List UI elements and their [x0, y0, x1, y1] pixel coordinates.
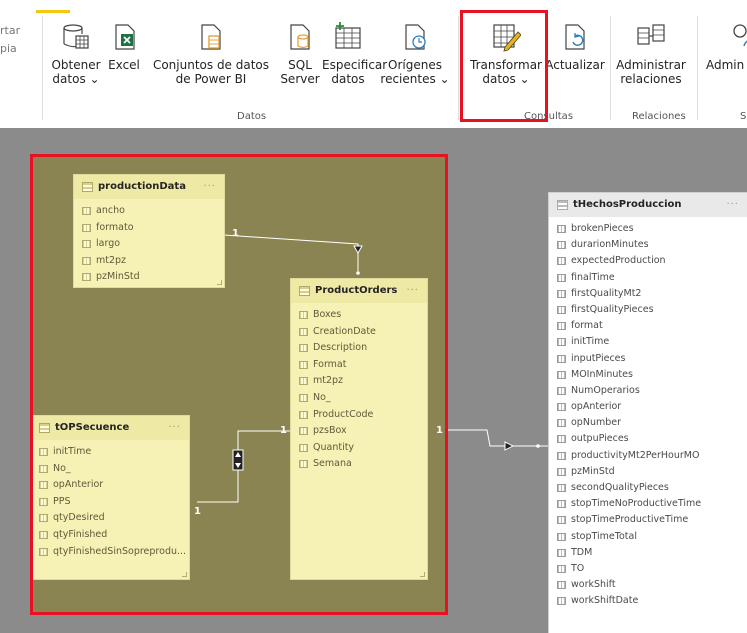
field-item[interactable]: workShiftDate [549, 593, 747, 609]
recent-sources-label: Orígenes recientes ⌄ [380, 58, 450, 86]
refresh-label: Actualizar [545, 58, 605, 72]
field-item[interactable]: stopTimeNoProductiveTime [549, 496, 747, 512]
ribbon-separator [458, 16, 459, 120]
ribbon-separator [610, 16, 611, 120]
relationships-icon [637, 24, 665, 45]
column-icon [557, 500, 566, 509]
manage-roles-button[interactable]: Admin rol [704, 22, 747, 102]
column-icon [557, 257, 566, 266]
field-item[interactable]: inputPieces [549, 351, 747, 367]
enter-data-label: Especificar datos [322, 58, 388, 86]
enter-data-table-icon [335, 22, 361, 49]
more-options-icon[interactable]: ··· [726, 193, 739, 217]
column-icon [557, 273, 566, 282]
group-label-data: Datos [237, 111, 267, 122]
copy-label-partial: pia [0, 42, 17, 55]
column-icon [557, 435, 566, 444]
field-item[interactable]: outpuPieces [549, 431, 747, 447]
manage-relationships-label: Administrar relaciones [616, 58, 686, 86]
column-icon [557, 322, 566, 331]
table-icon [557, 200, 568, 210]
column-icon [557, 597, 566, 606]
sql-server-button[interactable]: SQL Server [279, 22, 321, 102]
field-item[interactable]: brokenPieces [549, 221, 747, 237]
sql-server-icon [290, 24, 310, 50]
field-item[interactable]: workShift [549, 577, 747, 593]
excel-icon [115, 24, 135, 50]
column-icon [557, 403, 566, 412]
field-item[interactable]: TDM [549, 545, 747, 561]
column-icon [557, 451, 566, 460]
group-label-security: S [740, 111, 747, 122]
field-list: brokenPieces durarionMinutes expectedPro… [549, 217, 747, 610]
field-item[interactable]: secondQualityPieces [549, 480, 747, 496]
field-item[interactable]: format [549, 318, 747, 334]
column-icon [557, 581, 566, 590]
table-card-tHechosProduccion[interactable]: tHechosProduccion ··· brokenPieces durar… [548, 192, 747, 633]
field-item[interactable]: durarionMinutes [549, 237, 747, 253]
column-icon [557, 225, 566, 233]
table-name: tHechosProduccion [573, 199, 682, 210]
column-icon [557, 289, 566, 298]
column-icon [557, 338, 566, 347]
enter-data-button[interactable]: Especificar datos [322, 22, 388, 102]
column-icon [557, 354, 566, 363]
highlight-box-transform [460, 10, 548, 122]
ribbon-clipboard-partial[interactable]: rtar pia [0, 22, 20, 58]
field-item[interactable]: finalTime [549, 270, 747, 286]
column-icon [557, 564, 566, 573]
group-label-relationships: Relaciones [632, 111, 686, 122]
database-icon [63, 24, 89, 49]
field-item[interactable]: opAnterior [549, 399, 747, 415]
field-item[interactable]: expectedProduction [549, 253, 747, 269]
column-icon [557, 386, 566, 395]
refresh-button[interactable]: Actualizar [545, 22, 605, 102]
column-icon [557, 241, 566, 250]
model-canvas[interactable]: 1 1 1 1 productionData ··· ancho formato… [0, 128, 747, 633]
column-icon [557, 532, 566, 541]
roles-person-icon [733, 24, 747, 47]
table-header[interactable]: tHechosProduccion ··· [549, 193, 747, 217]
column-icon [557, 516, 566, 525]
manage-roles-label: Admin rol [706, 58, 747, 72]
get-data-button[interactable]: Obtener datos ⌄ [48, 22, 104, 102]
sql-server-label: SQL Server [280, 58, 320, 86]
recent-sources-button[interactable]: Orígenes recientes ⌄ [378, 22, 452, 102]
field-item[interactable]: firstQualityMt2 [549, 286, 747, 302]
excel-button[interactable]: Excel [106, 22, 142, 102]
ribbon-separator [42, 16, 43, 120]
field-item[interactable]: TO [549, 561, 747, 577]
field-item[interactable]: initTime [549, 334, 747, 350]
ribbon: rtar pia Obtener datos ⌄ Excel Conjuntos… [0, 0, 747, 128]
powerbi-datasets-button[interactable]: Conjuntos de datos de Power BI [146, 22, 276, 102]
active-tab-indicator [36, 10, 70, 13]
field-item[interactable]: stopTimeProductiveTime [549, 512, 747, 528]
powerbi-datasets-label: Conjuntos de datos de Power BI [152, 58, 270, 86]
cut-label-partial: rtar [0, 24, 21, 37]
dataset-icon [201, 24, 221, 50]
field-item[interactable]: opNumber [549, 415, 747, 431]
refresh-icon [565, 24, 585, 50]
field-item[interactable]: firstQualityPieces [549, 302, 747, 318]
field-item[interactable]: NumOperarios [549, 383, 747, 399]
manage-relationships-button[interactable]: Administrar relaciones [614, 22, 688, 102]
column-icon [557, 467, 566, 476]
get-data-label: Obtener datos ⌄ [51, 58, 101, 86]
column-icon [557, 548, 566, 557]
highlight-box-tables [30, 154, 448, 615]
field-item[interactable]: stopTimeTotal [549, 529, 747, 545]
field-item[interactable]: MOInMinutes [549, 367, 747, 383]
column-icon [557, 370, 566, 379]
column-icon [557, 305, 566, 314]
field-item[interactable]: productivityMt2PerHourMO [549, 448, 747, 464]
column-icon [557, 484, 566, 492]
column-icon [557, 419, 566, 428]
ribbon-separator [697, 16, 698, 120]
excel-label: Excel [108, 58, 140, 72]
recent-clock-icon [405, 24, 426, 50]
field-item[interactable]: pzMinStd [549, 464, 747, 480]
